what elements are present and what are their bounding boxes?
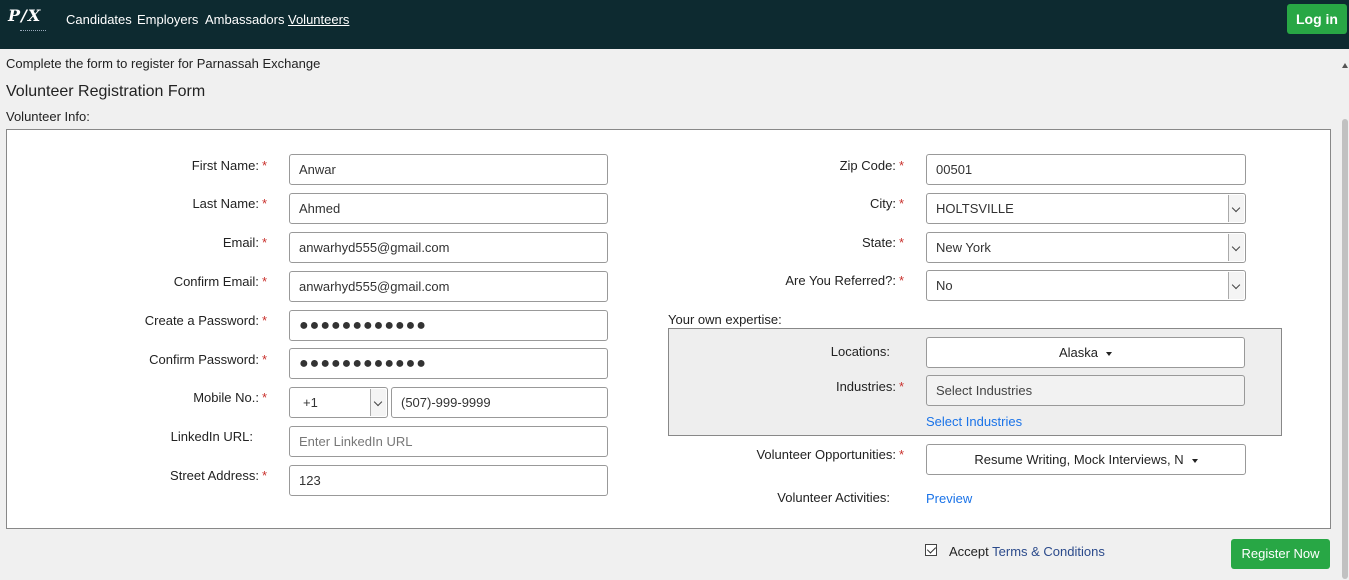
top-navbar: P/X Candidates Employers Ambassadors Vol… bbox=[0, 0, 1349, 49]
referred-select[interactable]: No bbox=[926, 270, 1246, 301]
accept-terms-checkbox[interactable] bbox=[925, 544, 937, 556]
accept-terms-text: Accept Terms & Conditions bbox=[949, 544, 1105, 559]
caret-down-icon bbox=[1106, 351, 1113, 356]
px-logo[interactable]: P/X bbox=[8, 6, 48, 38]
logo-tagline-line bbox=[20, 30, 46, 32]
accept-label: Accept bbox=[949, 544, 989, 559]
logo-text: P/X bbox=[8, 6, 42, 25]
locations-label: Locations: bbox=[830, 344, 890, 359]
chevron-down-icon bbox=[1228, 195, 1244, 222]
confirm-email-input[interactable]: anwarhyd555@gmail.com bbox=[289, 271, 608, 302]
first-name-label: First Name: * bbox=[191, 158, 267, 173]
register-now-button[interactable]: Register Now bbox=[1231, 539, 1330, 569]
registration-panel: First Name: * Anwar Last Name: * Ahmed Ema… bbox=[6, 129, 1331, 529]
confirm-password-input[interactable]: ●●●●●●●●●●●● bbox=[289, 348, 608, 379]
nav-candidates-link[interactable]: Candidates bbox=[66, 12, 132, 27]
locations-value: Alaska bbox=[1058, 345, 1099, 360]
email-input[interactable]: anwarhyd555@gmail.com bbox=[289, 232, 608, 263]
city-select[interactable]: HOLTSVILLE bbox=[926, 193, 1246, 224]
state-value: New York bbox=[936, 240, 991, 255]
last-name-input[interactable]: Ahmed bbox=[289, 193, 608, 224]
volunteer-info-label: Volunteer Info: bbox=[6, 109, 90, 124]
city-value: HOLTSVILLE bbox=[936, 201, 1014, 216]
chevron-down-icon bbox=[1228, 234, 1244, 261]
nav-ambassadors-link[interactable]: Ambassadors bbox=[205, 12, 284, 27]
expertise-label: Your own expertise: bbox=[668, 312, 782, 327]
intro-text: Complete the form to register for Parnas… bbox=[6, 56, 321, 71]
zip-code-label: Zip Code: * bbox=[839, 158, 904, 173]
preview-link[interactable]: Preview bbox=[926, 491, 972, 506]
caret-down-icon bbox=[1191, 458, 1198, 463]
last-name-label: Last Name: * bbox=[192, 196, 267, 211]
nav-employers-link[interactable]: Employers bbox=[137, 12, 198, 27]
expertise-box: Locations: Alaska Industries: * Select In… bbox=[668, 328, 1282, 436]
country-code-select[interactable]: +1 bbox=[289, 387, 388, 418]
select-industries-link[interactable]: Select Industries bbox=[926, 414, 1022, 429]
page-scrollbar[interactable] bbox=[1341, 49, 1349, 580]
confirm-password-label: Confirm Password: * bbox=[149, 352, 267, 367]
industries-input[interactable]: Select Industries bbox=[926, 375, 1245, 406]
email-label: Email: * bbox=[222, 235, 267, 250]
first-name-input[interactable]: Anwar bbox=[289, 154, 608, 185]
chevron-down-icon bbox=[1228, 272, 1244, 299]
street-address-label: Street Address: * bbox=[170, 468, 267, 483]
state-select[interactable]: New York bbox=[926, 232, 1246, 263]
volunteer-opportunities-label: Volunteer Opportunities: * bbox=[756, 447, 904, 462]
locations-dropdown[interactable]: Alaska bbox=[926, 337, 1245, 368]
scroll-up-arrow-icon[interactable] bbox=[1342, 63, 1348, 68]
mobile-number-input[interactable]: (507)-999-9999 bbox=[391, 387, 608, 418]
form-title: Volunteer Registration Form bbox=[6, 83, 206, 100]
state-label: State: * bbox=[861, 235, 904, 250]
create-password-label: Create a Password: * bbox=[144, 313, 267, 328]
city-label: City: * bbox=[869, 196, 904, 211]
confirm-email-label: Confirm Email: * bbox=[173, 274, 267, 289]
nav-volunteers-link[interactable]: Volunteers bbox=[288, 12, 349, 27]
volunteer-opportunities-value: Resume Writing, Mock Interviews, N bbox=[974, 452, 1184, 467]
linkedin-url-input[interactable]: Enter LinkedIn URL bbox=[289, 426, 608, 457]
linkedin-label: LinkedIn URL: bbox=[170, 429, 253, 444]
street-address-input[interactable]: 123 bbox=[289, 465, 608, 496]
mobile-label: Mobile No.: * bbox=[193, 390, 267, 405]
scroll-thumb[interactable] bbox=[1342, 119, 1348, 579]
chevron-down-icon bbox=[370, 389, 386, 416]
login-button[interactable]: Log in bbox=[1287, 4, 1347, 34]
volunteer-activities-label: Volunteer Activities: bbox=[777, 490, 890, 505]
terms-conditions-link[interactable]: Terms & Conditions bbox=[992, 544, 1105, 559]
create-password-input[interactable]: ●●●●●●●●●●●● bbox=[289, 310, 608, 341]
industries-label: Industries: * bbox=[835, 379, 904, 394]
country-code-value: +1 bbox=[303, 395, 318, 410]
referred-label: Are You Referred?: * bbox=[785, 273, 904, 288]
zip-code-input[interactable]: 00501 bbox=[926, 154, 1246, 185]
referred-value: No bbox=[936, 278, 953, 293]
volunteer-opportunities-dropdown[interactable]: Resume Writing, Mock Interviews, N bbox=[926, 444, 1246, 475]
